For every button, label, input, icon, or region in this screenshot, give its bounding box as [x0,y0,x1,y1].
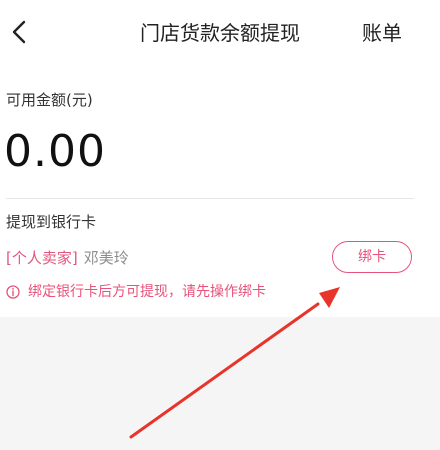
bind-notice-text: 绑定银行卡后方可提现，请先操作绑卡 [28,284,266,300]
seller-info: [个人卖家] 邓美玲 [6,248,129,268]
available-amount-value: 0.00 [4,126,106,177]
available-amount-label: 可用金额(元) [6,91,93,109]
seller-type-tag: [个人卖家] [6,249,78,267]
bill-button[interactable]: 账单 [362,20,402,46]
seller-name: 邓美玲 [83,249,129,267]
bind-card-button[interactable]: 绑卡 [332,241,412,273]
info-icon [6,285,20,299]
bind-notice: 绑定银行卡后方可提现，请先操作绑卡 [6,282,266,302]
divider [6,198,414,199]
withdraw-panel: 可用金额(元) 0.00 提现到银行卡 [个人卖家] 邓美玲 绑卡 绑定银行卡后方… [0,64,440,317]
top-bar: 门店货款余额提现 账单 [0,0,440,64]
withdraw-to-bank-label: 提现到银行卡 [6,213,97,231]
